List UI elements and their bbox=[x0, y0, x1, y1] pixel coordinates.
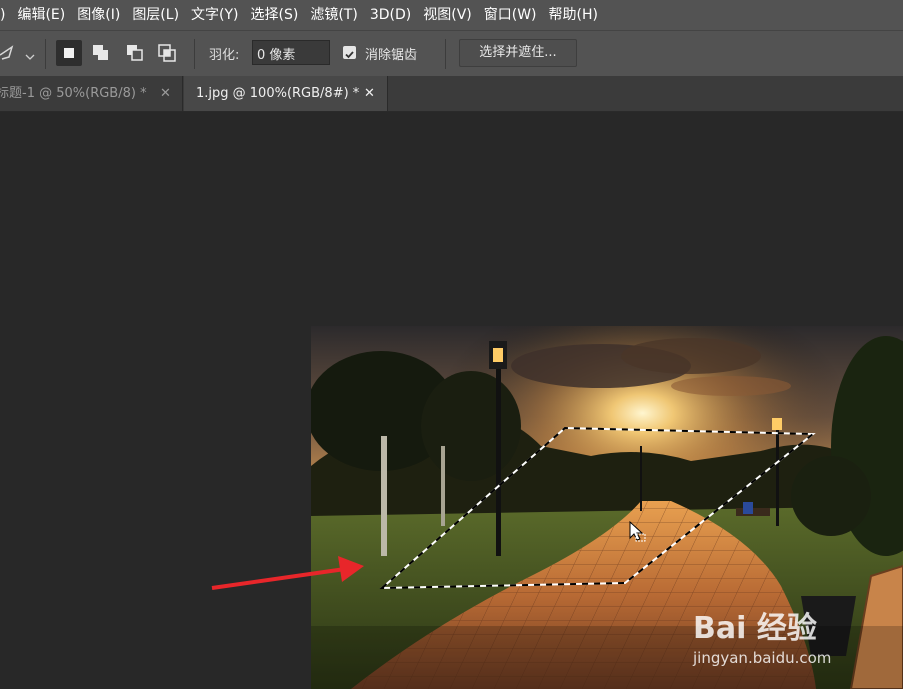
intersect-selection-button[interactable] bbox=[154, 40, 180, 66]
close-tab-icon[interactable]: ✕ bbox=[160, 76, 171, 111]
anti-alias-label: 消除锯齿 bbox=[365, 48, 418, 63]
watermark-logo: Bai 经验 bbox=[693, 611, 817, 646]
feather-label: 羽化: bbox=[209, 48, 240, 63]
menu-item-3d[interactable]: 3D(D) bbox=[364, 0, 417, 30]
menu-item-select[interactable]: 选择(S) bbox=[245, 0, 305, 30]
menu-item-filter[interactable]: 滤镜(T) bbox=[304, 0, 363, 30]
menu-bar: ) 编辑(E) 图像(I) 图层(L) 文字(Y) 选择(S) 滤镜(T) 3D… bbox=[0, 0, 903, 30]
divider bbox=[445, 39, 446, 69]
menu-item-window[interactable]: 窗口(W) bbox=[478, 0, 543, 30]
watermark-url: jingyan.baidu.com bbox=[693, 649, 832, 667]
new-selection-button[interactable] bbox=[56, 40, 82, 66]
menu-item-image[interactable]: 图像(I) bbox=[71, 0, 126, 30]
divider bbox=[45, 39, 46, 69]
menu-item-edit[interactable]: 编辑(E) bbox=[11, 0, 71, 30]
menu-item-file-fragment[interactable]: ) bbox=[0, 0, 11, 30]
subtract-from-selection-button[interactable] bbox=[122, 40, 148, 66]
divider bbox=[194, 39, 195, 69]
close-tab-icon[interactable]: ✕ bbox=[364, 76, 375, 111]
tab-label: 标题-1 @ 50%(RGB/8) * bbox=[0, 86, 147, 101]
menu-item-type[interactable]: 文字(Y) bbox=[185, 0, 244, 30]
intersect-selection-icon bbox=[158, 44, 176, 62]
menu-item-view[interactable]: 视图(V) bbox=[417, 0, 478, 30]
add-to-selection-icon bbox=[93, 45, 108, 60]
subtract-from-selection-icon bbox=[127, 45, 143, 61]
polygonal-lasso-tool-icon[interactable] bbox=[0, 41, 18, 69]
add-to-selection-button[interactable] bbox=[88, 40, 114, 66]
tool-preset-chevron-down-icon[interactable] bbox=[24, 47, 36, 66]
select-and-mask-button[interactable]: 选择并遮住... bbox=[459, 39, 577, 67]
document-tab-untitled[interactable]: 标题-1 @ 50%(RGB/8) * ✕ bbox=[0, 76, 183, 111]
document-tab-active[interactable]: 1.jpg @ 100%(RGB/8#) * ✕ bbox=[184, 76, 388, 111]
options-bar: 羽化: 0 像素 消除锯齿 选择并遮住... bbox=[0, 30, 903, 76]
checkmark-icon bbox=[345, 51, 354, 59]
tab-label: 1.jpg @ 100%(RGB/8#) * bbox=[196, 86, 360, 101]
new-selection-icon bbox=[64, 48, 74, 58]
document-tab-bar: 标题-1 @ 50%(RGB/8) * ✕ 1.jpg @ 100%(RGB/8… bbox=[0, 76, 903, 112]
menu-item-help[interactable]: 帮助(H) bbox=[543, 0, 604, 30]
anti-alias-checkbox[interactable] bbox=[343, 46, 356, 59]
menu-item-layer[interactable]: 图层(L) bbox=[126, 0, 185, 30]
feather-input[interactable]: 0 像素 bbox=[252, 40, 330, 65]
